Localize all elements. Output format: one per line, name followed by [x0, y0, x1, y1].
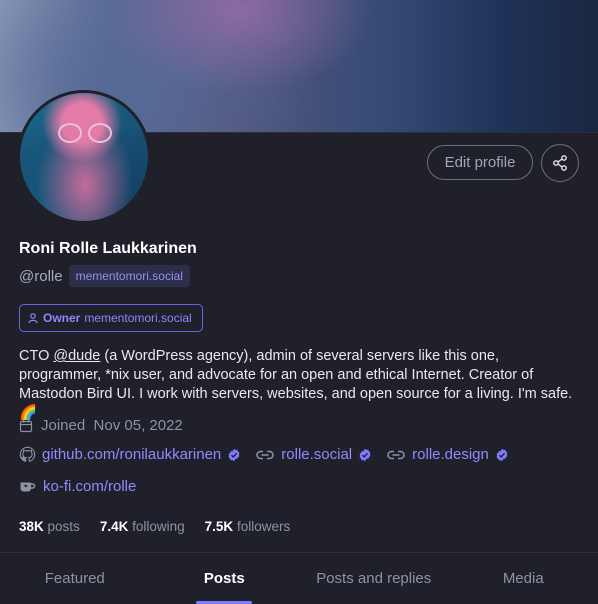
handle-row: @rolle mementomori.social — [19, 265, 190, 287]
following-label: following — [132, 519, 185, 534]
display-name: Roni Rolle Laukkarinen — [19, 240, 197, 257]
posts-label: posts — [47, 519, 80, 534]
posts-count: 38K — [19, 519, 44, 534]
tab-posts[interactable]: Posts — [150, 553, 300, 604]
avatar[interactable] — [17, 90, 151, 224]
profile-bio: CTO @dude (a WordPress agency), admin of… — [19, 347, 579, 423]
verified-badge-icon — [359, 448, 371, 461]
link-icon — [256, 450, 275, 459]
owner-role-badge: Owner mementomori.social — [19, 304, 203, 332]
profile-link-kofi[interactable]: ko-fi.com/rolle — [19, 478, 136, 495]
link-text: rolle.design — [412, 446, 489, 463]
role-server: mementomori.social — [84, 311, 192, 325]
server-domain-pill[interactable]: mementomori.social — [68, 265, 190, 287]
followers-label: followers — [236, 519, 291, 534]
user-icon — [28, 313, 38, 324]
following-count: 7.4K — [99, 519, 129, 534]
github-icon — [19, 446, 36, 462]
profile-tabs: Featured Posts Posts and replies Media — [0, 553, 598, 604]
profile-link-github[interactable]: github.com/ronilaukkarinen — [19, 446, 241, 463]
profile-link-rolle-design[interactable]: rolle.design — [386, 446, 509, 463]
bio-text: (a WordPress agency), admin of several s… — [19, 348, 573, 421]
tab-media[interactable]: Media — [449, 553, 598, 604]
share-icon — [553, 155, 567, 171]
posts-stat[interactable]: 38K posts — [19, 519, 80, 534]
tab-posts-and-replies[interactable]: Posts and replies — [299, 553, 449, 604]
link-icon — [387, 450, 405, 459]
kofi-link-text: ko-fi.com/rolle — [43, 478, 137, 495]
link-text: rolle.social — [281, 446, 353, 463]
link-text: github.com/ronilaukkarinen — [42, 446, 222, 463]
tab-featured[interactable]: Featured — [0, 553, 150, 604]
coffee-cup-icon — [20, 482, 36, 491]
verified-badge-icon — [228, 448, 240, 461]
profile-stats: 38K posts 7.4K following 7.5K followers — [19, 519, 290, 534]
calendar-icon — [19, 419, 33, 432]
edit-profile-button[interactable]: Edit profile — [427, 145, 533, 180]
avatar-glasses-detail — [58, 123, 114, 143]
followers-stat[interactable]: 7.5K followers — [205, 519, 291, 534]
role-label: Owner — [43, 311, 81, 325]
verified-badge-icon — [496, 448, 508, 461]
bio-mention-link[interactable]: @dude — [53, 348, 100, 364]
account-handle: @rolle — [19, 267, 63, 285]
share-button[interactable] — [541, 144, 579, 182]
following-stat[interactable]: 7.4K following — [100, 519, 185, 534]
profile-link-rolle-social[interactable]: rolle.social — [255, 446, 372, 463]
bio-prefix: CTO — [19, 348, 54, 364]
joined-text: Joined Nov 05, 2022 — [41, 417, 183, 434]
followers-count: 7.5K — [204, 519, 234, 534]
joined-date: Joined Nov 05, 2022 — [19, 417, 183, 434]
profile-links: github.com/ronilaukkarinen rolle.social … — [19, 446, 523, 463]
